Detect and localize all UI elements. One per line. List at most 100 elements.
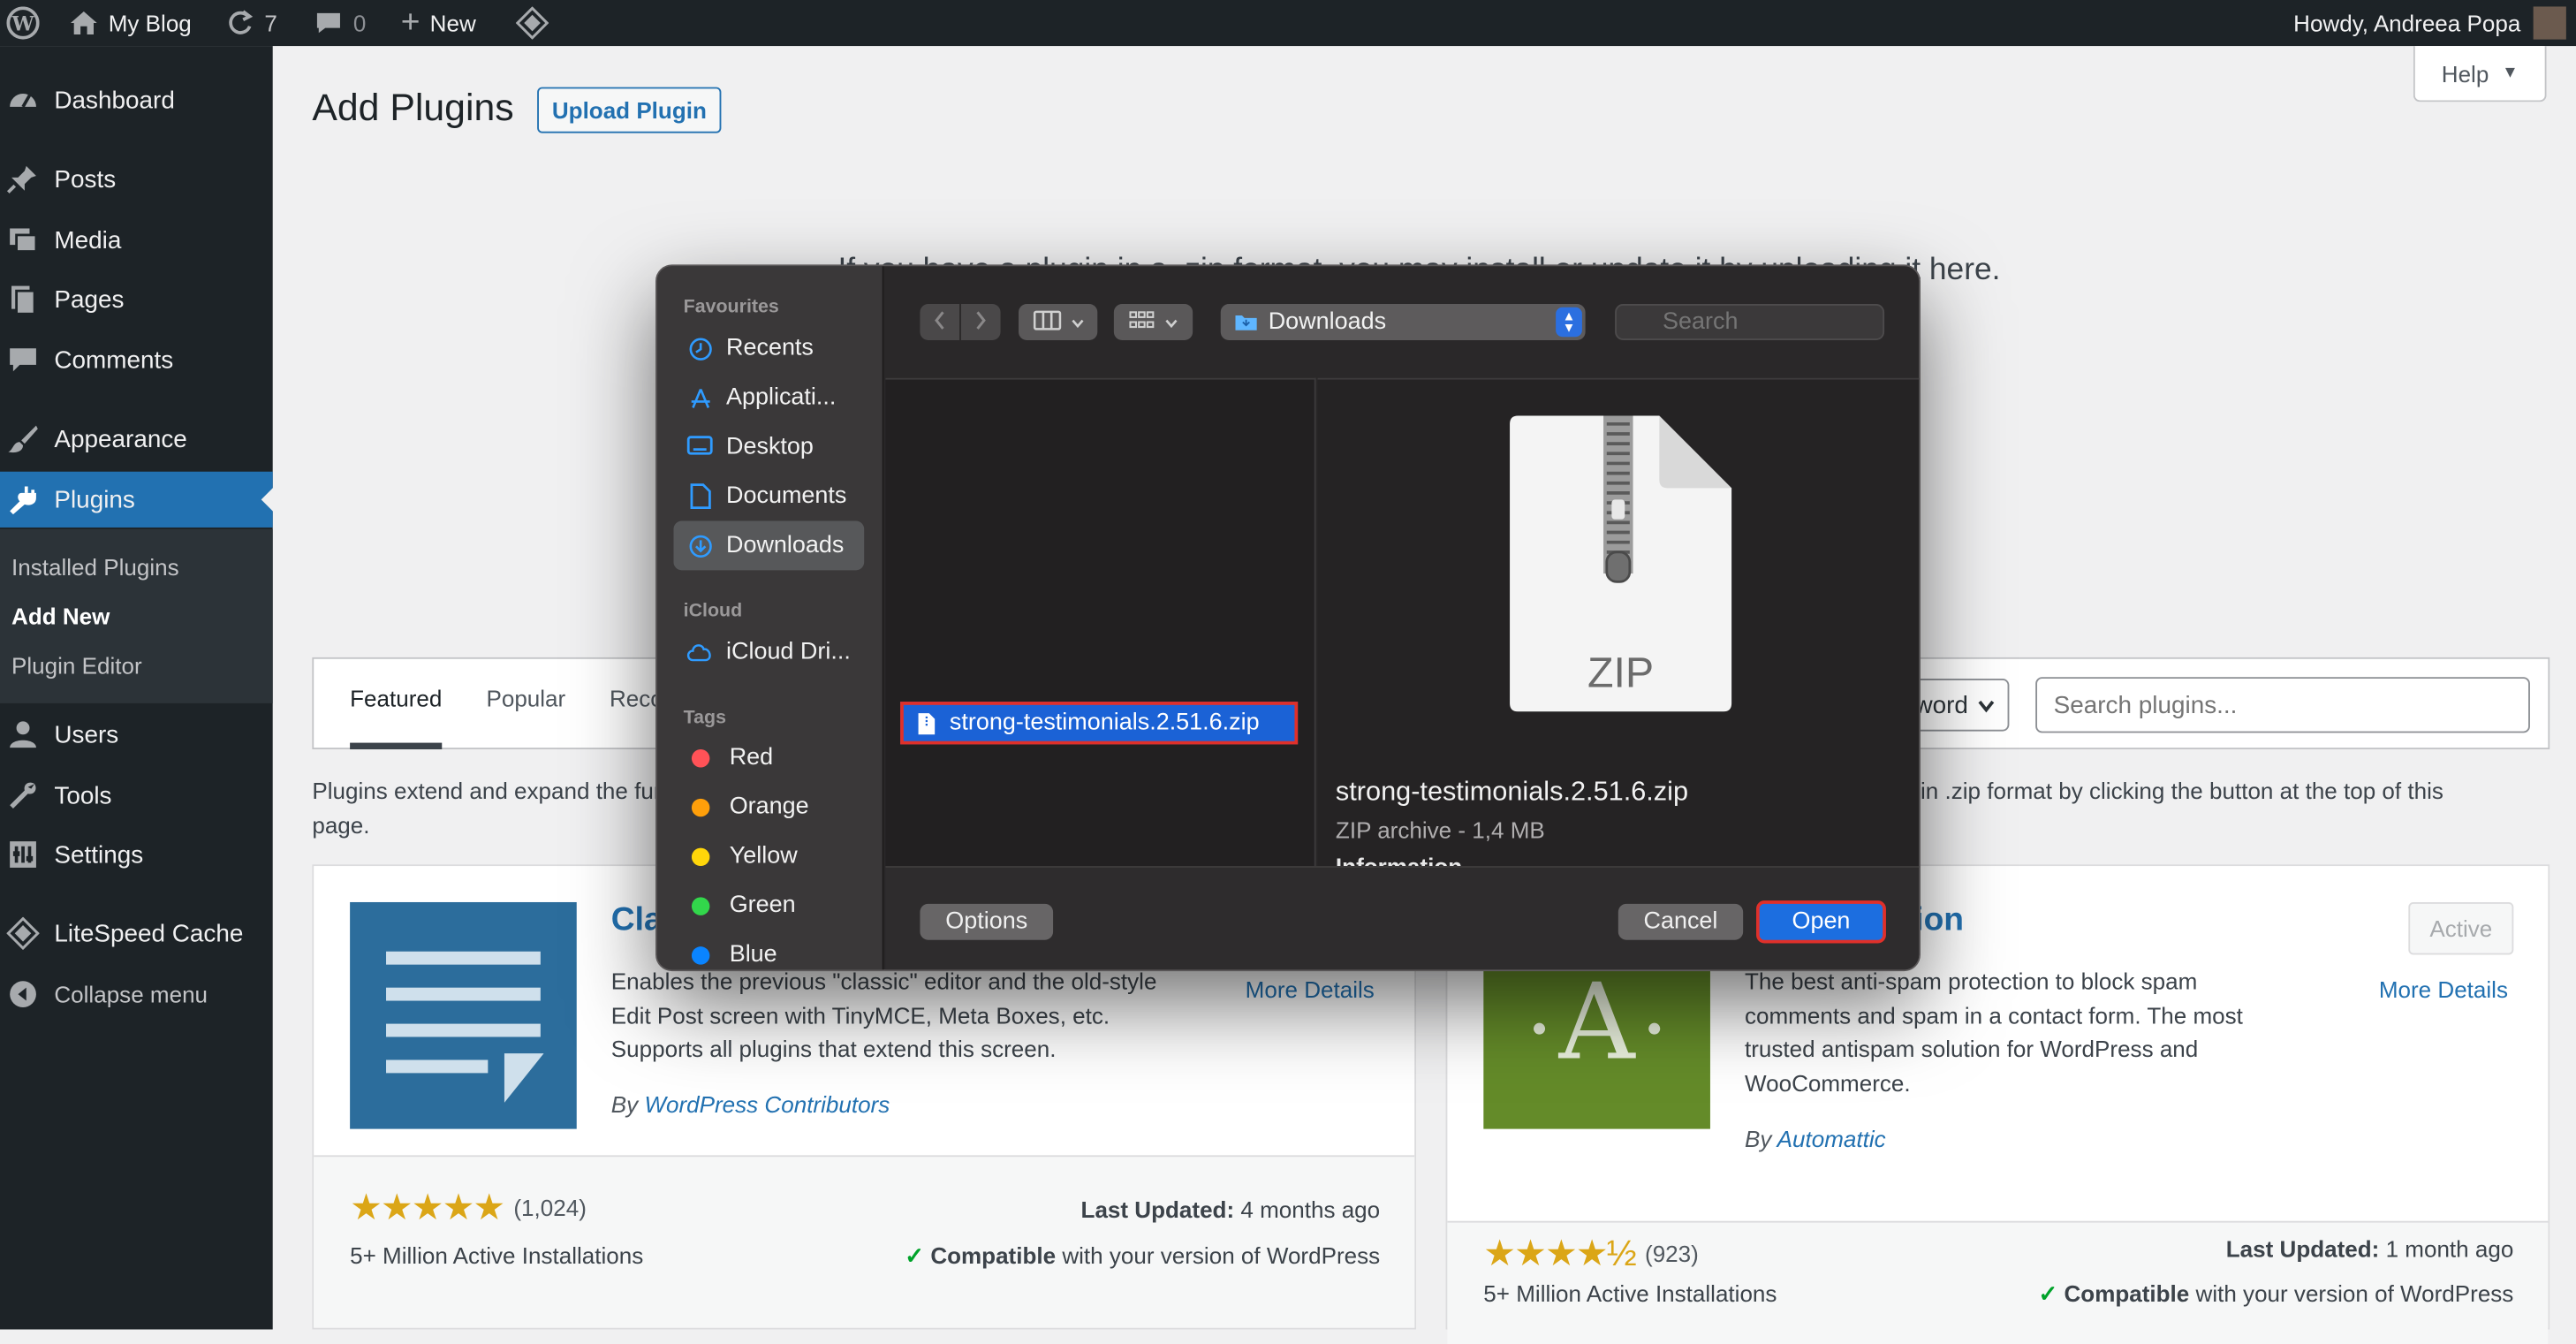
user-icon — [6, 718, 39, 751]
menu-label: Collapse menu — [54, 981, 208, 1007]
site-name-link[interactable]: My Blog — [69, 0, 192, 46]
document-icon — [386, 951, 544, 1103]
search-plugins-input[interactable] — [2035, 677, 2530, 733]
menu-label: Appearance — [54, 424, 187, 453]
more-details-link[interactable]: More Details — [2379, 976, 2508, 1003]
tag-green[interactable]: Green — [673, 881, 864, 930]
last-updated-value: 4 months ago — [1240, 1196, 1381, 1223]
plugin-thumbnail[interactable] — [350, 901, 577, 1129]
active-installs: 5+ Million Active Installations — [350, 1241, 644, 1269]
menu-settings[interactable]: Settings — [0, 826, 273, 882]
menu-label: Users — [54, 720, 119, 749]
comments-link[interactable]: 0 — [314, 0, 366, 46]
submenu-installed-plugins[interactable]: Installed Plugins — [11, 554, 179, 581]
menu-pages[interactable]: Pages — [0, 271, 273, 327]
submenu-plugin-editor[interactable]: Plugin Editor — [11, 652, 142, 679]
intro-text-line2: page. — [312, 811, 370, 839]
user-account-link[interactable]: Howdy, Andreea Popa — [2293, 0, 2567, 46]
sidebar-item-label: Recents — [725, 335, 814, 362]
menu-dashboard[interactable]: Dashboard — [0, 72, 273, 128]
collapse-icon — [6, 978, 39, 1011]
menu-users[interactable]: Users — [0, 707, 273, 763]
group-by-button[interactable] — [1113, 304, 1193, 340]
more-details-link[interactable]: More Details — [1246, 976, 1375, 1003]
by-label: By — [610, 1090, 639, 1118]
menu-comments[interactable]: Comments — [0, 332, 273, 388]
menu-plugins[interactable]: Plugins — [0, 471, 275, 528]
tag-red[interactable]: Red — [673, 733, 864, 782]
back-button[interactable] — [920, 304, 960, 340]
zip-file-icon: ZIP — [1508, 414, 1733, 713]
rating-count[interactable]: (1,024) — [513, 1195, 586, 1221]
location-select[interactable]: Downloads ▲ ▼ — [1220, 304, 1586, 340]
wordpress-logo-icon[interactable]: W — [6, 0, 40, 46]
sidebar-item-label: Desktop — [725, 433, 814, 460]
tab-featured[interactable]: Featured — [350, 685, 443, 750]
updates-link[interactable]: 7 — [225, 0, 277, 46]
file-row-selected[interactable]: strong-testimonials.2.51.6.zip — [900, 702, 1299, 745]
sidebar-item-label: Applicati... — [725, 384, 837, 411]
file-browser-column: strong-testimonials.2.51.6.zip — [885, 377, 1316, 867]
menu-media[interactable]: Media — [0, 212, 273, 268]
download-icon — [686, 533, 713, 559]
clock-icon — [686, 335, 713, 361]
orange-dot-icon — [691, 797, 710, 816]
sidebar-item-recents[interactable]: Recents — [673, 323, 864, 373]
check-icon: ✓ — [905, 1241, 925, 1269]
menu-posts[interactable]: Posts — [0, 151, 273, 207]
open-button[interactable]: Open — [1756, 900, 1886, 944]
sidebar-item-desktop[interactable]: Desktop — [673, 422, 864, 472]
new-label: New — [429, 10, 476, 36]
forward-button[interactable] — [960, 304, 1001, 340]
comments-count: 0 — [352, 10, 367, 36]
file-icon — [917, 710, 936, 735]
sidebar-item-documents[interactable]: Documents — [673, 472, 864, 521]
view-mode-button[interactable] — [1019, 304, 1098, 340]
last-updated: Last Updated: 4 months ago — [1081, 1196, 1381, 1223]
submenu-add-new[interactable]: Add New — [11, 604, 110, 630]
menu-collapse[interactable]: Collapse menu — [0, 967, 273, 1022]
rating-count[interactable]: (923) — [1645, 1241, 1699, 1267]
cloud-icon — [686, 639, 713, 665]
pin-icon — [6, 163, 39, 195]
admin-bar: W My Blog 7 0 + New Howdy, Andreea Popa — [0, 0, 2576, 47]
tags-header: Tags — [683, 708, 726, 728]
folder-icon — [1234, 312, 1259, 331]
preview-file-name: strong-testimonials.2.51.6.zip — [1335, 777, 1689, 808]
svg-text:A: A — [1558, 962, 1637, 1084]
desktop-icon — [686, 434, 713, 460]
last-updated-value: 1 month ago — [2385, 1235, 2514, 1263]
tab-popular[interactable]: Popular — [486, 685, 565, 711]
star-rating-icon: ★★★★½ — [1483, 1232, 1636, 1274]
dialog-search-input[interactable] — [1615, 304, 1885, 340]
upload-plugin-button[interactable]: Upload Plugin — [537, 87, 722, 133]
plugin-description: Enables the previous "classic" editor an… — [610, 968, 1157, 1062]
media-icon — [6, 224, 39, 256]
tag-orange[interactable]: Orange — [673, 782, 864, 831]
options-button[interactable]: Options — [920, 903, 1054, 940]
tag-yellow[interactable]: Yellow — [673, 831, 864, 881]
plugin-card-footer: ★★★★★ (1,024) 5+ Million Active Installa… — [314, 1155, 1415, 1328]
menu-tools[interactable]: Tools — [0, 767, 273, 823]
sidebar-item-icloud-drive[interactable]: iCloud Dri... — [673, 627, 864, 677]
sidebar-item-applications[interactable]: Applicati... — [673, 373, 864, 422]
sidebar-item-downloads[interactable]: Downloads — [673, 520, 865, 571]
help-label: Help — [2441, 59, 2489, 87]
author-link[interactable]: WordPress Contributors — [644, 1091, 890, 1118]
menu-label: LiteSpeed Cache — [54, 919, 244, 948]
favourites-header: Favourites — [683, 297, 779, 317]
author-link[interactable]: Automattic — [1777, 1126, 1886, 1152]
tag-blue[interactable]: Blue — [673, 930, 864, 970]
menu-appearance[interactable]: Appearance — [0, 411, 273, 467]
chevron-left-icon — [933, 310, 946, 335]
new-content-link[interactable]: + New — [401, 0, 476, 46]
menu-litespeed-cache[interactable]: LiteSpeed Cache — [0, 906, 273, 961]
avatar — [2534, 6, 2567, 40]
sidebar-item-label: Documents — [725, 482, 847, 510]
dialog-sidebar: Favourites Recents Applicati... Desktop … — [656, 266, 884, 970]
compatible-bold: Compatible — [930, 1241, 1057, 1269]
tag-label: Red — [729, 744, 774, 771]
cancel-button[interactable]: Cancel — [1618, 903, 1744, 940]
litespeed-icon[interactable] — [515, 0, 549, 46]
help-button[interactable]: Help ▼ — [2413, 46, 2547, 103]
